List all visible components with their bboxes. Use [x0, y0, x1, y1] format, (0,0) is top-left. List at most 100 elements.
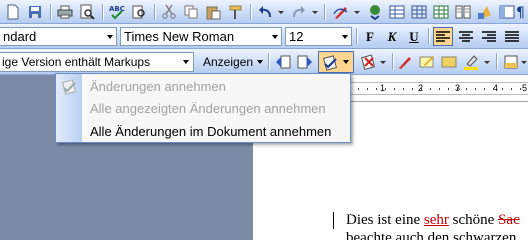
accept-change-icon	[321, 54, 339, 72]
insert-comment-icon[interactable]	[418, 53, 436, 71]
align-right-icon	[482, 30, 496, 42]
track-changes-icon[interactable]	[396, 53, 414, 71]
highlight-dropdown-icon[interactable]	[482, 53, 492, 71]
reviewing-toolbar: ige Version enthält Markups Anzeigen	[0, 49, 528, 75]
justify-button[interactable]	[502, 27, 522, 46]
align-left-icon	[436, 30, 450, 42]
show-formatting-icon[interactable]: ¶	[516, 3, 528, 21]
ruler-tick	[439, 88, 440, 90]
separator	[496, 53, 497, 70]
undo-icon[interactable]	[256, 3, 274, 21]
ruler-tick	[493, 88, 494, 90]
drawing-pen-icon[interactable]	[332, 3, 350, 21]
underline-button[interactable]: U	[404, 27, 424, 46]
copy-icon[interactable]	[182, 3, 200, 21]
menu-item-accept-all-shown[interactable]: Alle angezeigten Änderungen annehmen	[90, 101, 326, 116]
print-preview-icon[interactable]	[78, 3, 96, 21]
previous-change-icon[interactable]	[274, 53, 292, 71]
document-map-icon[interactable]	[498, 3, 516, 21]
reviewing-pane-icon[interactable]	[502, 53, 520, 71]
reject-change-icon[interactable]	[360, 53, 378, 71]
pen-dropdown-icon[interactable]	[352, 3, 362, 21]
bold-button[interactable]: F	[360, 27, 380, 46]
chevron-down-icon[interactable]	[103, 28, 116, 45]
ruler-tick	[502, 88, 503, 90]
font-combo[interactable]: Times New Roman	[120, 27, 282, 46]
research-icon[interactable]	[130, 3, 148, 21]
toolbar-options-icon[interactable]	[520, 53, 528, 71]
display-mode-value: ige Version enthält Markups	[2, 55, 151, 69]
font-size-value: 12	[289, 29, 304, 44]
hyperlink-icon[interactable]	[366, 3, 384, 21]
standard-toolbar: ABC ¶	[0, 0, 528, 24]
italic-button[interactable]: K	[382, 27, 402, 46]
cut-icon[interactable]	[160, 3, 178, 21]
menu-item-accept-change[interactable]: Änderungen annehmen	[90, 79, 226, 94]
ruler-tick	[520, 88, 521, 90]
paste-icon[interactable]	[204, 3, 222, 21]
reject-dropdown-icon[interactable]	[378, 53, 388, 71]
ruler-tick	[484, 88, 485, 90]
chevron-down-icon	[257, 60, 264, 64]
chevron-down-icon	[343, 60, 349, 64]
separator	[154, 4, 155, 20]
accept-change-button[interactable]	[318, 51, 354, 73]
chevron-down-icon[interactable]	[179, 53, 192, 71]
justify-icon	[505, 30, 519, 42]
separator	[356, 28, 357, 44]
ruler-tick	[394, 88, 395, 90]
drawing-icon[interactable]	[476, 3, 494, 21]
svg-text:¶: ¶	[516, 5, 525, 20]
format-painter-icon[interactable]	[226, 3, 244, 21]
chevron-down-icon[interactable]	[268, 28, 281, 45]
style-combo[interactable]: ndard	[0, 27, 117, 46]
display-for-review-combo[interactable]: ige Version enthält Markups	[0, 52, 194, 72]
separator	[324, 4, 325, 20]
text-run: Dies ist eine	[346, 212, 424, 228]
document-text-line-1[interactable]: Dies ist eine sehr schöne Sac	[346, 211, 528, 229]
spelling-icon[interactable]: ABC	[108, 3, 126, 21]
chevron-down-icon[interactable]	[338, 28, 351, 45]
ruler-tick	[457, 88, 458, 90]
tables-borders-icon[interactable]	[388, 3, 406, 21]
separator	[428, 28, 429, 44]
text-run: schöne	[448, 212, 499, 228]
accept-changes-menu: Änderungen annehmen Alle angezeigten Änd…	[55, 73, 351, 143]
show-label: Anzeigen	[203, 55, 254, 69]
ruler-tick	[421, 88, 422, 90]
insert-excel-icon[interactable]	[432, 3, 450, 21]
new-document-icon[interactable]	[4, 3, 22, 21]
separator	[50, 4, 51, 20]
ruler-tick	[385, 88, 386, 90]
redo-icon[interactable]	[290, 3, 308, 21]
font-size-combo[interactable]: 12	[285, 27, 352, 46]
next-change-icon[interactable]	[296, 53, 314, 71]
undo-dropdown-icon[interactable]	[276, 3, 286, 21]
align-right-button[interactable]	[479, 27, 499, 46]
save-icon[interactable]	[26, 3, 44, 21]
ruler-tick	[511, 88, 512, 90]
comment-box-icon[interactable]	[440, 53, 458, 71]
separator	[268, 53, 269, 70]
ruler-tick	[376, 88, 377, 90]
redo-dropdown-icon[interactable]	[310, 3, 320, 21]
columns-icon[interactable]	[454, 3, 472, 21]
ruler-number: 5	[522, 83, 528, 93]
formatting-toolbar: ndard Times New Roman 12 F K U	[0, 24, 528, 49]
highlight-icon[interactable]	[462, 53, 480, 71]
ruler-tick	[358, 88, 359, 90]
document-text-line-2[interactable]: beachte auch den schwarzen	[346, 229, 516, 240]
show-button[interactable]: Anzeigen	[199, 52, 265, 72]
align-left-button[interactable]	[433, 27, 453, 46]
font-value: Times New Roman	[124, 29, 235, 44]
print-icon[interactable]	[56, 3, 74, 21]
menu-item-accept-all-in-document[interactable]: Alle Änderungen im Dokument annehmen	[90, 124, 331, 139]
text-cursor	[333, 212, 334, 229]
ruler-tick	[367, 88, 368, 90]
align-center-button[interactable]	[456, 27, 476, 46]
align-center-icon	[459, 30, 473, 42]
inserted-revision: sehr	[423, 212, 449, 228]
accept-change-icon	[61, 79, 77, 95]
insert-table-icon[interactable]	[410, 3, 428, 21]
separator	[250, 4, 251, 20]
